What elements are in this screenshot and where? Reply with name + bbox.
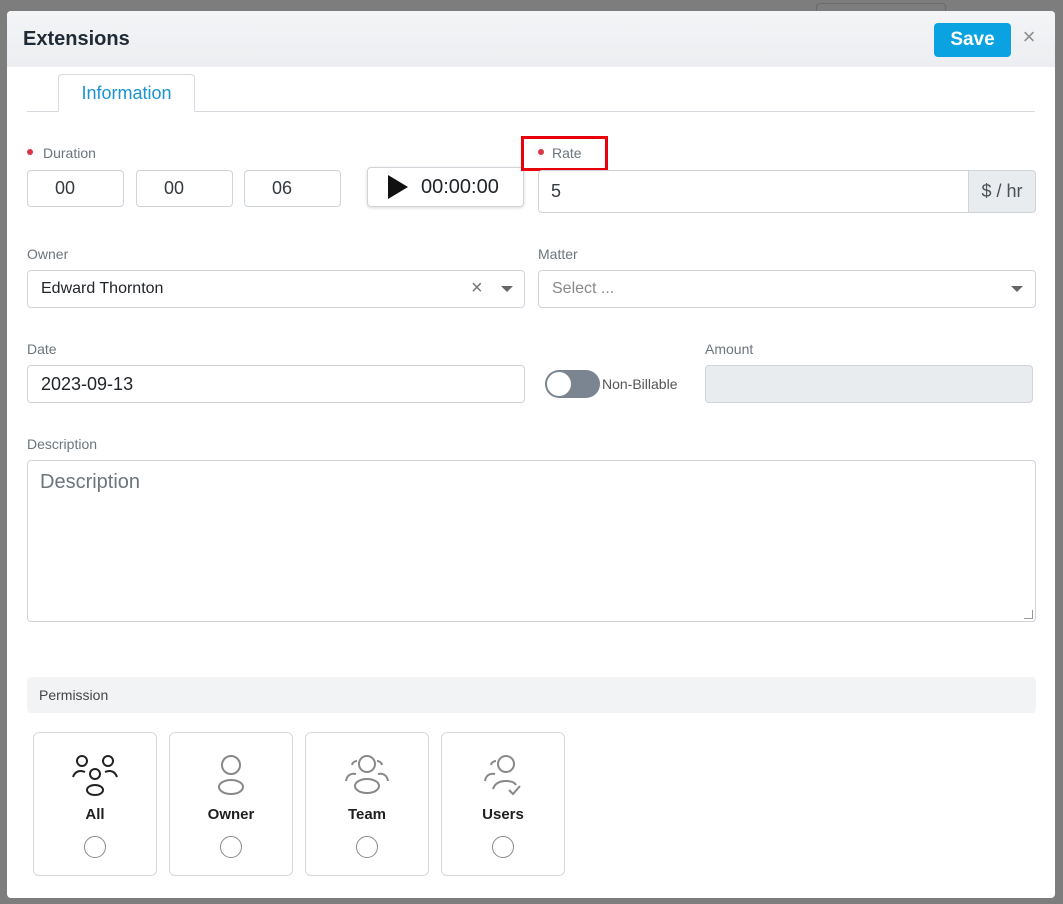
permission-radio[interactable] [84, 836, 106, 858]
permission-radio[interactable] [492, 836, 514, 858]
clear-icon[interactable]: × [471, 277, 483, 300]
duration-label-text: Duration [43, 145, 96, 161]
team-icon [345, 755, 389, 794]
duration-seconds-input[interactable]: 06 [244, 170, 341, 207]
amount-label: Amount [705, 341, 754, 357]
permission-option-users[interactable]: Users [441, 732, 565, 876]
rate-input[interactable]: 5 [538, 170, 969, 213]
permission-header: Permission [27, 677, 1036, 713]
duration-hours-input[interactable]: 00 [27, 170, 124, 207]
chevron-down-icon[interactable] [501, 286, 513, 292]
owner-select[interactable]: Edward Thornton × [27, 270, 525, 308]
timer-start-button[interactable]: 00:00:00 [367, 167, 524, 207]
matter-placeholder: Select ... [552, 280, 615, 297]
description-textarea[interactable]: Description [27, 460, 1036, 622]
permission-label: Owner [207, 806, 255, 823]
play-icon [388, 175, 408, 199]
permission-option-owner[interactable]: Owner [169, 732, 293, 876]
duration-minutes-input[interactable]: 00 [136, 170, 233, 207]
permission-label: All [85, 806, 105, 823]
permission-radio[interactable] [356, 836, 378, 858]
amount-input [705, 365, 1033, 403]
duration-label: Duration [27, 145, 96, 161]
matter-label: Matter [538, 246, 578, 262]
permission-option-all[interactable]: All [33, 732, 157, 876]
tab-information[interactable]: Information [58, 74, 195, 112]
extensions-modal: Extensions Save × Information Duration 0… [7, 11, 1055, 898]
group-all-icon [72, 755, 118, 796]
modal-title: Extensions [23, 28, 130, 50]
chevron-down-icon[interactable] [1011, 286, 1023, 292]
permission-label: Users [482, 806, 524, 823]
permission-option-team[interactable]: Team [305, 732, 429, 876]
permission-label: Team [347, 806, 387, 823]
description-placeholder: Description [40, 471, 141, 493]
owner-label: Owner [27, 246, 69, 262]
description-label: Description [27, 436, 98, 452]
rate-input-group: 5 $ / hr [538, 170, 1036, 213]
users-check-icon [484, 755, 521, 796]
person-icon [218, 755, 244, 795]
date-value: 2023-09-13 [41, 373, 134, 394]
date-label: Date [27, 341, 57, 357]
billable-toggle-label: Non-Billable [602, 376, 678, 392]
resize-handle-icon[interactable] [1024, 610, 1033, 619]
rate-unit-addon: $ / hr [968, 170, 1036, 213]
timer-display: 00:00:00 [421, 175, 499, 198]
owner-selected-value: Edward Thornton [41, 280, 164, 297]
toggle-knob [547, 372, 571, 396]
save-button[interactable]: Save [934, 23, 1011, 57]
matter-select[interactable]: Select ... [538, 270, 1036, 308]
rate-label-highlight [521, 136, 608, 171]
close-icon[interactable]: × [1019, 25, 1039, 49]
date-input[interactable]: 2023-09-13 [27, 365, 525, 403]
modal-header: Extensions Save × [7, 11, 1055, 67]
required-indicator [27, 149, 33, 156]
permission-radio[interactable] [220, 836, 242, 858]
billable-toggle[interactable] [545, 370, 600, 398]
